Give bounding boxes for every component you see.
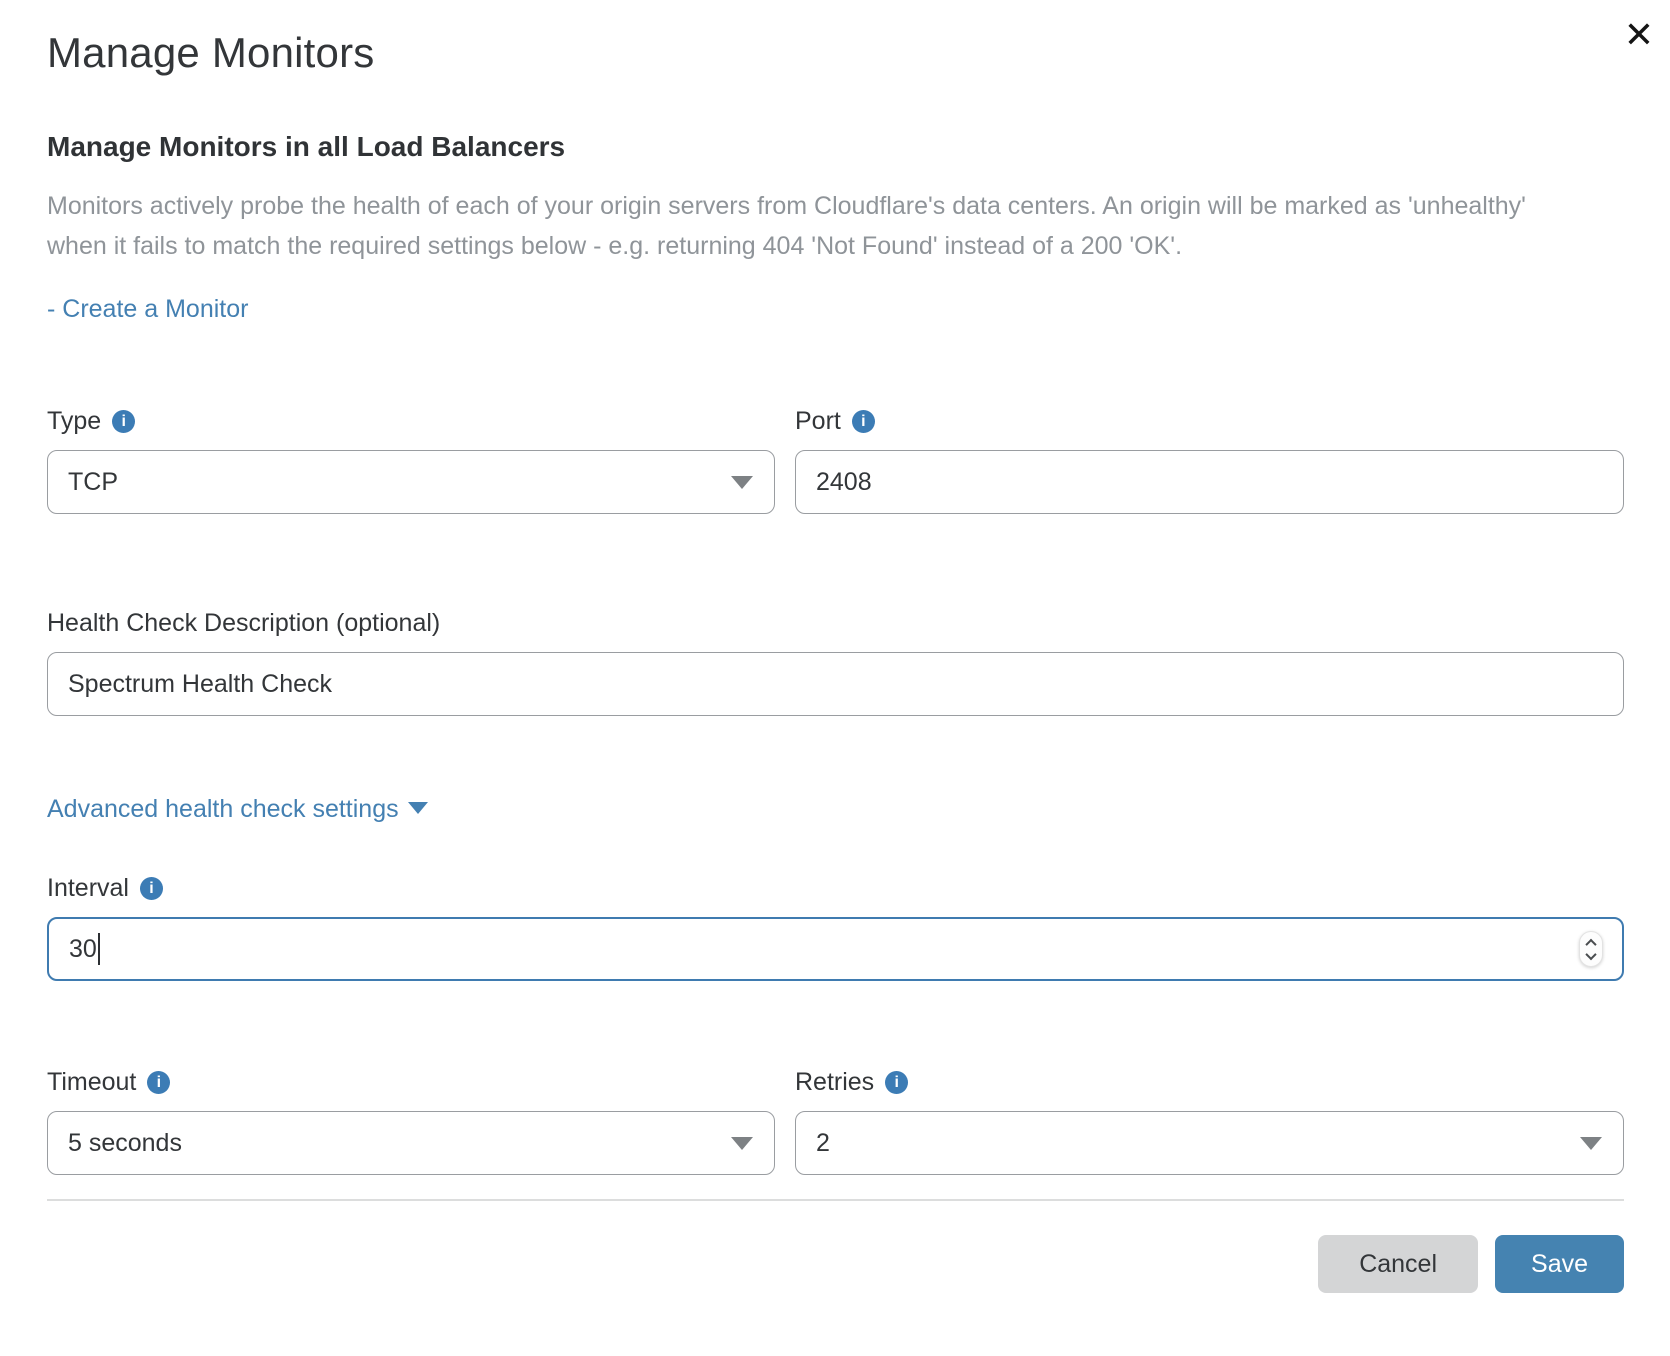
chevron-up-icon — [1585, 938, 1596, 949]
advanced-settings-label: Advanced health check settings — [47, 795, 399, 823]
modal-title: Manage Monitors — [47, 28, 1624, 78]
type-select[interactable]: TCP — [47, 450, 775, 514]
timeout-select[interactable]: 5 seconds — [47, 1111, 775, 1175]
type-port-row: Type i TCP Port i — [47, 406, 1624, 514]
footer-actions: Cancel Save — [47, 1235, 1624, 1293]
create-monitor-link[interactable]: - Create a Monitor — [47, 292, 248, 326]
timeout-select-value: 5 seconds — [68, 1129, 182, 1158]
timeout-retries-row: Timeout i 5 seconds Retries i 2 — [47, 1067, 1624, 1175]
number-stepper[interactable] — [1579, 931, 1603, 967]
interval-field: Interval i 30 — [47, 873, 1624, 981]
retries-label: Retries — [795, 1067, 874, 1097]
chevron-down-icon — [1585, 948, 1596, 959]
info-icon[interactable]: i — [112, 410, 135, 433]
health-check-description-field: Health Check Description (optional) — [47, 608, 1624, 716]
retries-select-value: 2 — [816, 1129, 830, 1158]
info-icon[interactable]: i — [852, 410, 875, 433]
interval-label: Interval — [47, 873, 129, 903]
type-label: Type — [47, 406, 101, 436]
timeout-field: Timeout i 5 seconds — [47, 1067, 775, 1175]
advanced-settings-link[interactable]: Advanced health check settings — [47, 792, 428, 826]
footer-divider — [47, 1199, 1624, 1201]
chevron-down-icon — [1580, 1137, 1602, 1150]
interval-value: 30 — [69, 935, 97, 964]
chevron-down-icon — [408, 802, 428, 814]
retries-select[interactable]: 2 — [795, 1111, 1624, 1175]
info-icon[interactable]: i — [147, 1071, 170, 1094]
type-select-value: TCP — [68, 468, 118, 497]
info-icon[interactable]: i — [885, 1071, 908, 1094]
interval-input[interactable]: 30 — [47, 917, 1624, 981]
port-label: Port — [795, 406, 841, 436]
save-button[interactable]: Save — [1495, 1235, 1624, 1293]
section-description: Monitors actively probe the health of ea… — [47, 186, 1527, 266]
retries-field: Retries i 2 — [795, 1067, 1624, 1175]
section-heading: Manage Monitors in all Load Balancers — [47, 130, 1624, 164]
port-field: Port i — [795, 406, 1624, 514]
port-input[interactable] — [795, 450, 1624, 514]
chevron-down-icon — [731, 1137, 753, 1150]
chevron-down-icon — [731, 476, 753, 489]
close-icon[interactable]: ✕ — [1620, 14, 1658, 58]
info-icon[interactable]: i — [140, 877, 163, 900]
type-field: Type i TCP — [47, 406, 775, 514]
timeout-label: Timeout — [47, 1067, 136, 1097]
health-check-description-label: Health Check Description (optional) — [47, 608, 440, 638]
cancel-button[interactable]: Cancel — [1318, 1235, 1478, 1293]
manage-monitors-modal: ✕ Manage Monitors Manage Monitors in all… — [47, 28, 1624, 1293]
text-cursor — [98, 933, 100, 965]
health-check-description-input[interactable] — [47, 652, 1624, 716]
